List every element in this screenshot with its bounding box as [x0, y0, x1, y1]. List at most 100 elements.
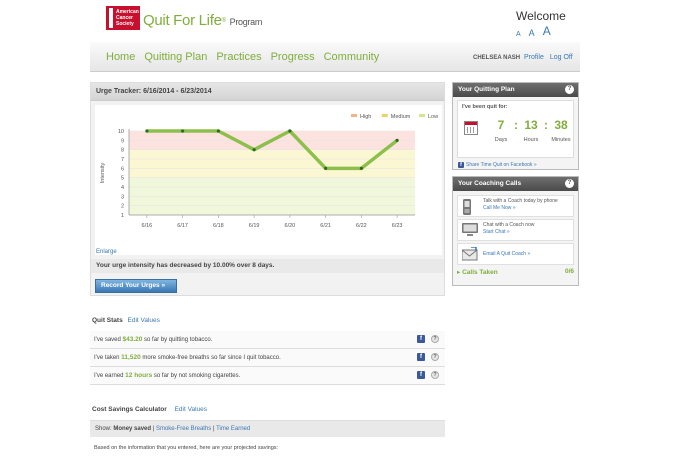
x-tick-label: 6/19: [249, 223, 260, 229]
quitting-plan-header: Your Quitting Plan ?: [453, 83, 578, 97]
show-money-saved[interactable]: Money saved: [113, 426, 151, 432]
coaching-calls-help-icon[interactable]: ?: [565, 179, 574, 188]
urge-tracker-panel: Urge Tracker: 6/16/2014 - 6/23/2014 1 2 3 4…: [90, 82, 445, 296]
stat-suffix: more smoke-free breaths so far since I q…: [140, 355, 281, 361]
calculator-edit-link[interactable]: Edit Values: [175, 406, 207, 413]
nav-practices[interactable]: Practices: [216, 51, 261, 63]
urge-data-point: [324, 166, 328, 170]
legend-swatch: [381, 114, 388, 117]
facebook-share-icon[interactable]: f: [417, 353, 425, 361]
urge-chart-svg: 1 2 3 4 5 6 7 8 9 10 6/16 6/17 6/18 6/19 6/20 6/21 6/22 6…: [100, 114, 438, 229]
x-tick-label: 6/18: [213, 223, 224, 229]
hours-label: Hours: [523, 137, 539, 143]
registered-mark: ®: [221, 18, 226, 24]
calculator-note: Based on the information that you entere…: [94, 445, 279, 451]
stat-value: 11,520: [121, 354, 141, 361]
quit-stat-text: I've saved $43.20 so far by quitting tob…: [94, 336, 212, 343]
record-urges-button[interactable]: Record Your Urges »: [95, 279, 177, 293]
y-tick-label: 7: [121, 157, 124, 163]
coaching-calls-title: Your Coaching Calls: [458, 180, 522, 187]
enlarge-link[interactable]: Enlarge: [96, 249, 117, 255]
share-facebook-link[interactable]: f Share Time Quit on Facebook »: [458, 162, 537, 168]
y-tick-label: 8: [121, 148, 124, 154]
font-small-button[interactable]: A: [516, 31, 521, 38]
acs-logo-text: American Cancer Society: [116, 9, 139, 27]
y-tick-label: 9: [121, 138, 124, 144]
y-tick-label: 10: [118, 129, 124, 135]
nav-home[interactable]: Home: [106, 51, 135, 63]
y-tick-label: 6: [121, 166, 124, 172]
start-chat-link[interactable]: Start Chat »: [483, 229, 534, 236]
email-icon: [462, 247, 478, 261]
quit-label: I've been quit for:: [462, 104, 508, 110]
coach-chat-row: Chat with a Coach now Start Chat »: [457, 219, 574, 241]
product-name-main: Quit For Life: [143, 12, 222, 29]
nav-quitting-plan[interactable]: Quitting Plan: [144, 51, 207, 63]
urge-data-point: [395, 138, 399, 142]
help-icon[interactable]: ?: [431, 335, 439, 343]
quit-stats-edit-link[interactable]: Edit Values: [128, 317, 160, 324]
x-tick-label: 6/17: [177, 223, 188, 229]
calls-taken-label: ▸ Calls Taken: [457, 269, 498, 276]
facebook-icon: f: [458, 162, 464, 168]
stat-prefix: I've saved: [94, 337, 123, 343]
quitting-plan-help-icon[interactable]: ?: [565, 85, 574, 94]
x-tick-label: 6/21: [320, 223, 331, 229]
legend-label-high: High: [360, 114, 371, 120]
main-nav: Home Quitting Plan Practices Progress Co…: [106, 51, 379, 63]
x-tick-label: 6/23: [392, 223, 403, 229]
help-icon[interactable]: ?: [431, 353, 439, 361]
phone-icon: [463, 199, 471, 215]
font-large-button[interactable]: A: [543, 24, 551, 38]
legend-label-low: Low: [428, 114, 438, 120]
days-value: 7: [497, 118, 505, 132]
stat-suffix: so far by quitting tobacco.: [142, 337, 213, 343]
facebook-share-icon[interactable]: f: [417, 335, 425, 343]
quit-stat-row: I've earned 12 hours so far by not smoki…: [90, 367, 445, 385]
logoff-link[interactable]: Log Off: [550, 54, 573, 61]
stat-value: 12 hours: [125, 372, 153, 379]
calculator-title-text: Cost Savings Calculator: [92, 406, 167, 413]
help-icon[interactable]: ?: [431, 371, 439, 379]
logo[interactable]: American Cancer Society Quit For Life® P…: [106, 6, 262, 30]
urge-data-point: [288, 129, 292, 133]
legend-label-medium: Medium: [391, 114, 411, 120]
urge-data-point: [145, 129, 149, 133]
share-facebook-text: Share Time Quit on Facebook »: [466, 162, 537, 168]
days-label: Days: [494, 137, 508, 143]
call-me-now-link[interactable]: Call Me Now »: [483, 205, 558, 212]
product-name-suffix: Program: [229, 17, 263, 27]
quit-stat-text: I've earned 12 hours so far by not smoki…: [94, 372, 240, 379]
coach-phone-row: Talk with a Coach today by phone Call Me…: [457, 195, 574, 217]
coach-chat-text: Chat with a Coach now Start Chat »: [483, 222, 534, 236]
minutes-value: 38: [554, 118, 568, 132]
x-tick-label: 6/22: [356, 223, 367, 229]
main-navbar: Home Quitting Plan Practices Progress Co…: [90, 42, 580, 72]
y-tick-label: 3: [121, 194, 124, 200]
show-time-earned[interactable]: Time Earned: [216, 426, 250, 432]
hours-value: 13: [524, 118, 538, 132]
y-tick-label: 2: [121, 204, 124, 210]
x-tick-label: 6/16: [142, 223, 153, 229]
band-medium: [129, 149, 415, 178]
coach-phone-desc: Talk with a Coach today by phone: [483, 198, 558, 204]
stat-prefix: I've earned: [94, 373, 126, 379]
show-smoke-free-breaths[interactable]: Smoke-Free Breaths: [156, 426, 211, 432]
calls-taken-label-text: Calls Taken: [462, 269, 498, 276]
urge-chart: 1 2 3 4 5 6 7 8 9 10 6/16 6/17 6/18 6/19 6/20 6/21 6/22 6…: [95, 105, 442, 255]
calendar-icon: [464, 121, 478, 135]
font-medium-button[interactable]: A: [529, 28, 535, 38]
facebook-share-icon[interactable]: f: [417, 371, 425, 379]
timer-separator: :: [544, 118, 548, 132]
urge-data-point: [252, 148, 256, 152]
profile-link[interactable]: Profile: [524, 54, 544, 61]
quit-stat-row: I've saved $43.20 so far by quitting tob…: [90, 331, 445, 349]
user-links: Profile Log Off: [524, 54, 573, 61]
email-coach-link[interactable]: Email A Quit Coach »: [483, 251, 530, 258]
coach-email-text: Email A Quit Coach »: [483, 251, 530, 258]
urge-data-point: [216, 129, 220, 133]
y-axis-label: Intensity: [100, 163, 106, 184]
nav-community[interactable]: Community: [324, 51, 380, 63]
nav-progress[interactable]: Progress: [271, 51, 315, 63]
calls-taken-row[interactable]: ▸ Calls Taken 0/6: [457, 268, 574, 276]
